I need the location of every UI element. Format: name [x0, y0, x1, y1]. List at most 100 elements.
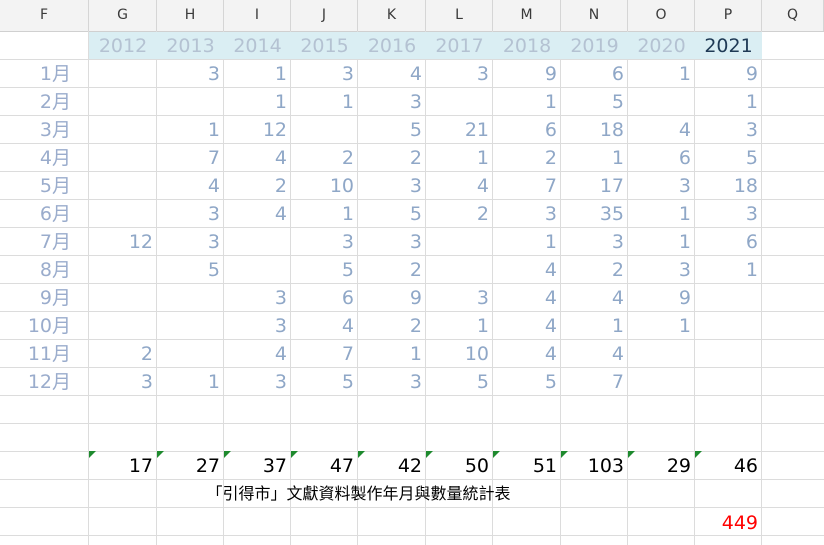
month-label-cell[interactable]: 5月 — [0, 172, 89, 200]
column-header-m[interactable]: M — [493, 0, 561, 31]
data-cell[interactable]: 3 — [224, 284, 291, 312]
data-cell[interactable]: 9 — [695, 60, 762, 88]
data-cell[interactable]: 1 — [493, 228, 561, 256]
column-header-p[interactable]: P — [695, 0, 762, 31]
column-header-l[interactable]: L — [426, 0, 493, 31]
data-cell[interactable]: 5 — [358, 116, 426, 144]
data-cell[interactable]: 4 — [224, 200, 291, 228]
data-cell[interactable]: 4 — [628, 116, 695, 144]
column-header-f[interactable]: F — [0, 0, 89, 31]
data-cell[interactable]: 3 — [224, 368, 291, 396]
data-cell[interactable]: 4 — [493, 256, 561, 284]
data-cell[interactable]: 3 — [695, 200, 762, 228]
error-indicator-icon[interactable] — [493, 451, 500, 458]
month-label-cell[interactable]: 1月 — [0, 60, 89, 88]
column-header-n[interactable]: N — [561, 0, 628, 31]
data-cell[interactable]: 4 — [291, 312, 358, 340]
data-cell[interactable]: 1 — [561, 144, 628, 172]
data-cell[interactable]: 21 — [426, 116, 493, 144]
error-indicator-icon[interactable] — [89, 451, 96, 458]
data-cell[interactable]: 18 — [695, 172, 762, 200]
column-header-i[interactable]: I — [224, 0, 291, 31]
year-header-cell[interactable]: 2014 — [224, 32, 291, 60]
data-cell[interactable]: 3 — [224, 312, 291, 340]
data-cell[interactable]: 2 — [426, 200, 493, 228]
column-total-cell[interactable]: 27 — [157, 452, 224, 480]
data-cell[interactable]: 1 — [426, 312, 493, 340]
data-cell[interactable]: 4 — [561, 340, 628, 368]
data-cell[interactable]: 2 — [358, 144, 426, 172]
data-cell[interactable]: 1 — [224, 60, 291, 88]
data-cell[interactable]: 5 — [358, 200, 426, 228]
column-total-cell[interactable]: 42 — [358, 452, 426, 480]
data-cell[interactable]: 3 — [493, 200, 561, 228]
data-cell[interactable]: 9 — [493, 60, 561, 88]
column-total-cell[interactable]: 47 — [291, 452, 358, 480]
data-cell[interactable]: 1 — [628, 60, 695, 88]
error-indicator-icon[interactable] — [628, 451, 635, 458]
data-cell[interactable]: 5 — [426, 368, 493, 396]
year-header-cell[interactable]: 2019 — [561, 32, 628, 60]
column-total-cell[interactable]: 103 — [561, 452, 628, 480]
data-cell[interactable]: 35 — [561, 200, 628, 228]
data-cell[interactable]: 5 — [493, 368, 561, 396]
month-label-cell[interactable]: 12月 — [0, 368, 89, 396]
month-label-cell[interactable]: 4月 — [0, 144, 89, 172]
data-cell[interactable]: 12 — [224, 116, 291, 144]
data-cell[interactable]: 3 — [561, 228, 628, 256]
month-label-cell[interactable]: 10月 — [0, 312, 89, 340]
data-cell[interactable]: 4 — [224, 144, 291, 172]
data-cell[interactable]: 1 — [695, 256, 762, 284]
data-cell[interactable]: 1 — [157, 368, 224, 396]
data-cell[interactable]: 2 — [358, 312, 426, 340]
data-cell[interactable]: 4 — [358, 60, 426, 88]
month-label-cell[interactable]: 9月 — [0, 284, 89, 312]
error-indicator-icon[interactable] — [561, 451, 568, 458]
data-cell[interactable]: 4 — [224, 340, 291, 368]
data-cell[interactable]: 3 — [358, 172, 426, 200]
data-cell[interactable]: 2 — [358, 256, 426, 284]
column-total-cell[interactable]: 17 — [89, 452, 157, 480]
error-indicator-icon[interactable] — [157, 451, 164, 458]
data-cell[interactable]: 3 — [426, 284, 493, 312]
data-cell[interactable]: 9 — [628, 284, 695, 312]
column-header-g[interactable]: G — [89, 0, 157, 31]
data-cell[interactable]: 2 — [224, 172, 291, 200]
column-header-j[interactable]: J — [291, 0, 358, 31]
data-cell[interactable]: 3 — [358, 88, 426, 116]
data-cell[interactable]: 3 — [157, 228, 224, 256]
column-total-cell[interactable]: 51 — [493, 452, 561, 480]
year-header-cell[interactable]: 2012 — [89, 32, 157, 60]
data-cell[interactable]: 2 — [561, 256, 628, 284]
error-indicator-icon[interactable] — [426, 451, 433, 458]
data-cell[interactable]: 3 — [89, 368, 157, 396]
month-label-cell[interactable]: 11月 — [0, 340, 89, 368]
data-cell[interactable]: 7 — [561, 368, 628, 396]
column-header-k[interactable]: K — [358, 0, 426, 31]
data-cell[interactable]: 2 — [493, 144, 561, 172]
data-cell[interactable]: 6 — [493, 116, 561, 144]
month-label-cell[interactable]: 8月 — [0, 256, 89, 284]
data-cell[interactable]: 3 — [628, 172, 695, 200]
data-cell[interactable]: 1 — [695, 88, 762, 116]
month-label-cell[interactable]: 7月 — [0, 228, 89, 256]
data-cell[interactable]: 3 — [695, 116, 762, 144]
column-header-q[interactable]: Q — [762, 0, 824, 31]
data-cell[interactable]: 12 — [89, 228, 157, 256]
year-header-cell[interactable]: 2017 — [426, 32, 493, 60]
data-cell[interactable]: 1 — [358, 340, 426, 368]
data-cell[interactable]: 4 — [493, 340, 561, 368]
month-label-cell[interactable]: 6月 — [0, 200, 89, 228]
data-cell[interactable]: 1 — [291, 88, 358, 116]
data-cell[interactable]: 5 — [695, 144, 762, 172]
year-header-cell[interactable]: 2013 — [157, 32, 224, 60]
month-label-cell[interactable]: 3月 — [0, 116, 89, 144]
data-cell[interactable]: 6 — [561, 60, 628, 88]
data-cell[interactable]: 1 — [561, 312, 628, 340]
data-cell[interactable]: 3 — [426, 60, 493, 88]
error-indicator-icon[interactable] — [695, 451, 702, 458]
data-cell[interactable]: 1 — [157, 116, 224, 144]
data-cell[interactable]: 2 — [291, 144, 358, 172]
data-cell[interactable]: 1 — [291, 200, 358, 228]
data-cell[interactable]: 6 — [695, 228, 762, 256]
